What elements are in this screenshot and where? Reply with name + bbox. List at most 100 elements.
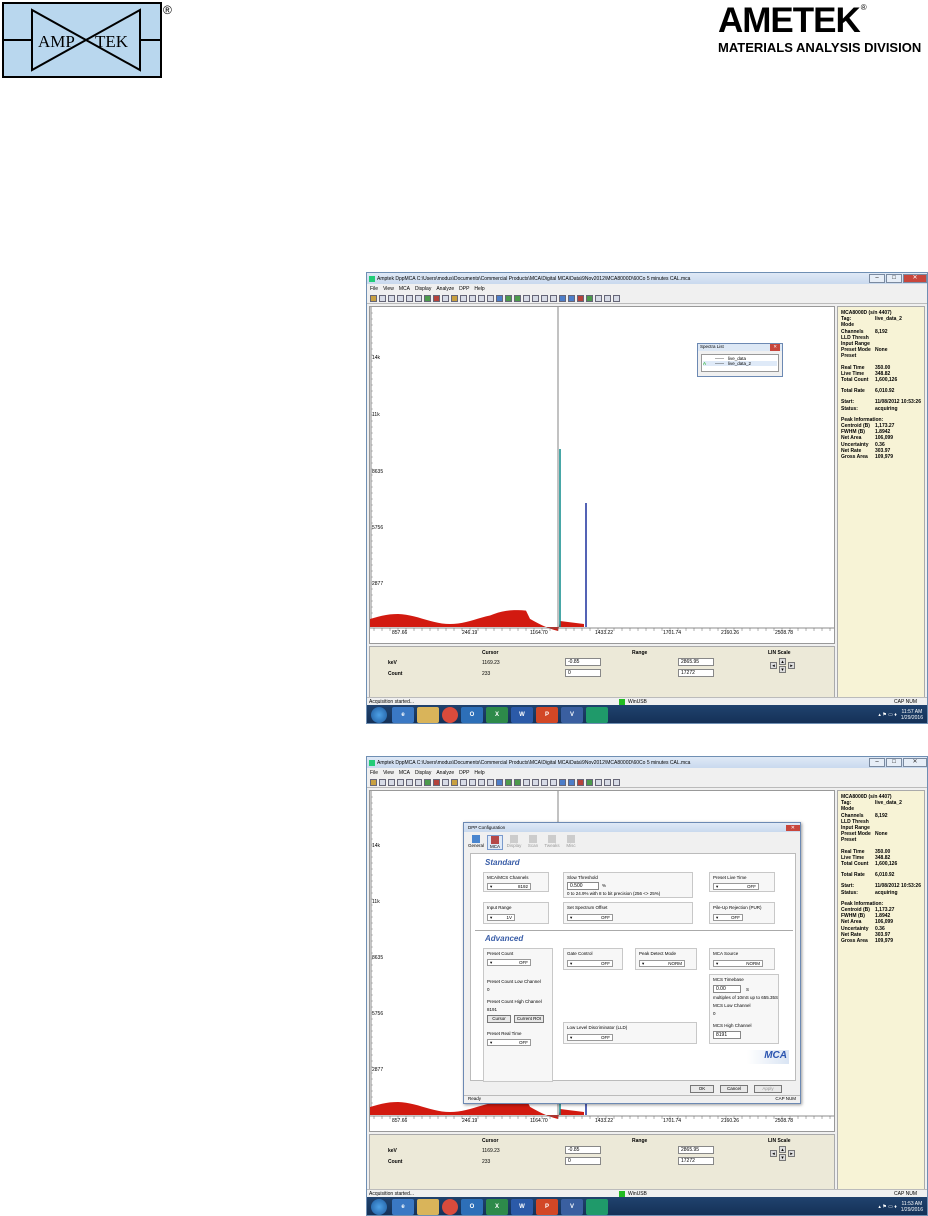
cancel-button[interactable]: Cancel	[720, 1085, 748, 1093]
mcs-low-value[interactable]: 0	[713, 1011, 716, 1016]
menu-view[interactable]: View	[383, 286, 394, 292]
menu-dpp[interactable]: DPP	[459, 286, 469, 292]
scale-down-arrow-icon[interactable]: ▾	[779, 1154, 786, 1161]
menu-file[interactable]: File	[370, 286, 378, 292]
visio-icon[interactable]: V	[561, 1198, 583, 1215]
open-icon[interactable]	[370, 294, 377, 302]
print-icon[interactable]	[388, 294, 395, 302]
compare-icon[interactable]	[523, 294, 530, 302]
refresh-icon[interactable]	[604, 294, 611, 302]
refresh-icon[interactable]	[604, 778, 611, 786]
mcs-timebase-input[interactable]: 0.00	[713, 985, 741, 993]
scope-icon[interactable]	[559, 294, 566, 302]
lld-select[interactable]: ▾ OFF	[567, 1034, 613, 1041]
scope-icon[interactable]	[559, 778, 566, 786]
excel-icon[interactable]: X	[486, 706, 508, 723]
open-icon[interactable]	[370, 778, 377, 786]
input-range-select[interactable]: ▾ 1V	[487, 914, 515, 921]
menu-help[interactable]: Help	[474, 286, 484, 292]
folder-icon[interactable]	[417, 706, 439, 723]
ok-button[interactable]: OK	[690, 1085, 714, 1093]
menu-help[interactable]: Help	[474, 770, 484, 776]
kev-range-low[interactable]: -0.85	[565, 1146, 601, 1154]
chart-icon[interactable]	[514, 294, 521, 302]
scale-up-arrow-icon[interactable]: ▴	[779, 658, 786, 665]
clock[interactable]: 11:57 AM 1/29/2016	[901, 709, 923, 721]
export-icon[interactable]	[613, 294, 620, 302]
pc-high-value[interactable]: 8191	[487, 1007, 497, 1012]
spectrum-offset-select[interactable]: ▾ OFF	[567, 914, 613, 921]
scale-left-arrow-icon[interactable]: ◂	[770, 662, 777, 669]
settings-icon[interactable]	[595, 778, 602, 786]
word-icon[interactable]: W	[511, 1198, 533, 1215]
ruler-icon[interactable]	[541, 778, 548, 786]
print-icon[interactable]	[388, 778, 395, 786]
spectra-list-item-2[interactable]: A —— live_data_2	[703, 361, 777, 366]
menu-view[interactable]: View	[383, 770, 394, 776]
maximize-button[interactable]: □	[886, 757, 902, 767]
zoom-icon[interactable]	[532, 294, 539, 302]
start-icon[interactable]	[424, 778, 431, 786]
maximize-button[interactable]: □	[886, 273, 902, 283]
menu-mca[interactable]: MCA	[399, 770, 410, 776]
calibrate-icon[interactable]	[451, 294, 458, 302]
cursor-button[interactable]: Cursor	[487, 1015, 511, 1023]
menu-analyze[interactable]: Analyze	[436, 770, 454, 776]
count-range-high[interactable]: 17272	[678, 669, 714, 677]
slow-threshold-input[interactable]: 0.500	[567, 882, 599, 890]
minimize-button[interactable]: –	[869, 757, 885, 767]
start-button[interactable]	[371, 1198, 387, 1215]
close-button[interactable]: ✕	[903, 757, 927, 767]
outlook-icon[interactable]: O	[461, 1198, 483, 1215]
scale-up-arrow-icon[interactable]: ▴	[779, 1146, 786, 1153]
tab-misc[interactable]: Misc	[563, 835, 579, 850]
spectra-list-close[interactable]: ✕	[770, 344, 780, 351]
menu-mca[interactable]: MCA	[399, 286, 410, 292]
ie-icon[interactable]: e	[392, 706, 414, 723]
mca-icon[interactable]	[577, 778, 584, 786]
chrome-icon[interactable]	[442, 706, 458, 723]
roi-icon[interactable]	[460, 294, 467, 302]
menu-file[interactable]: File	[370, 770, 378, 776]
count-range-low[interactable]: 0	[565, 669, 601, 677]
tab-display[interactable]: Display	[506, 835, 522, 850]
pur-select[interactable]: ▾ OFF	[713, 914, 743, 921]
expand-h-icon[interactable]	[469, 778, 476, 786]
stop-icon[interactable]	[433, 778, 440, 786]
roi-icon[interactable]	[460, 778, 467, 786]
peak-icon[interactable]	[505, 294, 512, 302]
current-roi-button[interactable]: Current ROI	[514, 1015, 544, 1023]
copy-icon[interactable]	[397, 294, 404, 302]
dialog-close-button[interactable]: ✕	[785, 824, 800, 831]
clock[interactable]: 11:53 AM 1/29/2016	[901, 1201, 923, 1213]
dpp-icon[interactable]	[568, 294, 575, 302]
clear-icon[interactable]	[442, 778, 449, 786]
chrome-icon[interactable]	[442, 1198, 458, 1215]
scale-down-arrow-icon[interactable]: ▾	[779, 666, 786, 673]
minimize-button[interactable]: –	[869, 273, 885, 283]
tab-scan[interactable]: Scan	[525, 835, 541, 850]
apply-button[interactable]: Apply	[754, 1085, 782, 1093]
kev-range-high[interactable]: 2865.95	[678, 1146, 714, 1154]
tab-general[interactable]: General	[468, 835, 484, 850]
count-range-high[interactable]: 17272	[678, 1157, 714, 1165]
gate-control-select[interactable]: ▾ OFF	[567, 960, 613, 967]
word-icon[interactable]: W	[511, 706, 533, 723]
tab-tweaks[interactable]: Tweaks	[544, 835, 560, 850]
count-range-low[interactable]: 0	[565, 1157, 601, 1165]
peak-icon[interactable]	[505, 778, 512, 786]
menu-analyze[interactable]: Analyze	[436, 286, 454, 292]
dppmca-taskbar-icon[interactable]	[586, 706, 608, 723]
lin-icon[interactable]	[496, 294, 503, 302]
arrows-icon[interactable]	[415, 294, 422, 302]
peak-detect-select[interactable]: ▾ NORM	[639, 960, 685, 967]
kev-range-high[interactable]: 2865.95	[678, 658, 714, 666]
pc-low-value[interactable]: 0	[487, 987, 490, 992]
preset-count-select[interactable]: ▾ OFF	[487, 959, 531, 966]
copy-icon[interactable]	[397, 778, 404, 786]
tray-icons[interactable]: ▴ ⚑ ▭ ♦	[878, 712, 896, 718]
help-icon[interactable]	[550, 778, 557, 786]
clipboard-icon[interactable]	[406, 778, 413, 786]
kev-range-low[interactable]: -0.85	[565, 658, 601, 666]
export-icon[interactable]	[613, 778, 620, 786]
